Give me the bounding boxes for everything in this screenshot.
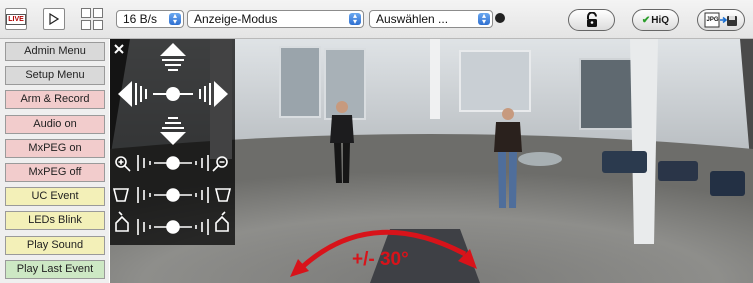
hiq-label: HiQ	[651, 14, 670, 26]
sidebar-button-admin-menu[interactable]: Admin Menu	[5, 42, 105, 61]
sidebar-button-mxpeg-on[interactable]: MxPEG on	[5, 138, 105, 158]
frame-rate-select[interactable]: 16 B/s ▴ ▾	[116, 10, 184, 28]
display-mode-value: Anzeige-Modus	[194, 12, 278, 26]
zoom-out-icon	[212, 156, 228, 172]
toolbar: LIVE 16 B/s ▴ ▾ Anzeige-Modus ▴ ▾ Auswähle…	[0, 0, 753, 39]
grid-icon[interactable]	[81, 8, 103, 30]
zoom-control[interactable]	[115, 155, 228, 172]
live-button[interactable]: LIVE	[5, 8, 27, 30]
rotation-caption: +/- 30°	[352, 249, 409, 270]
sidebar-button-uc-event[interactable]: UC Event	[5, 187, 105, 207]
ptz-control-panel	[110, 39, 235, 245]
sidebar-button-mxpeg-off[interactable]: MxPEG off	[5, 163, 105, 182]
hiq-button[interactable]: ✔ HiQ	[632, 9, 679, 31]
frame-rate-value: 16 B/s	[123, 12, 158, 26]
close-icon[interactable]	[114, 44, 124, 54]
live-icon: LIVE	[6, 13, 26, 25]
select-value: Auswählen ...	[376, 12, 449, 26]
play-icon	[49, 13, 59, 25]
rotate-right-icon	[215, 211, 229, 232]
camera-icon: JPG	[704, 12, 737, 28]
sidebar-button-arm-record[interactable]: Arm & Record	[5, 90, 105, 110]
lock-button[interactable]	[568, 9, 615, 31]
select-arrow-icon: ▴ ▾	[478, 12, 490, 26]
display-mode-select[interactable]: Anzeige-Modus ▴ ▾	[187, 10, 364, 28]
sidebar-button-setup-menu[interactable]: Setup Menu	[5, 66, 105, 86]
lock-icon	[586, 12, 597, 27]
select-dropdown[interactable]: Auswählen ... ▴ ▾	[369, 10, 493, 28]
jpg-label: JPG	[707, 17, 719, 23]
sidebar-button-audio-on[interactable]: Audio on	[5, 114, 105, 134]
focus-near-icon	[112, 188, 130, 202]
rotate-left-icon	[115, 211, 129, 232]
check-icon: ✔	[641, 14, 651, 26]
focus-control[interactable]	[112, 187, 232, 203]
action-sidebar: Admin Menu Setup Menu Arm & Record Audio on…	[0, 39, 109, 283]
sidebar-button-play-sound[interactable]: Play Sound	[5, 235, 105, 255]
select-arrow-icon: ▴ ▾	[349, 12, 361, 26]
rotate-control[interactable]	[115, 211, 229, 235]
status-dot-icon	[495, 13, 505, 23]
snapshot-button[interactable]: JPG	[697, 9, 745, 31]
focus-far-icon	[214, 188, 232, 202]
pan-tilt-control[interactable]	[118, 43, 228, 145]
play-button[interactable]	[43, 8, 65, 30]
zoom-in-icon	[115, 156, 131, 172]
select-arrow-icon: ▴ ▾	[169, 12, 181, 26]
sidebar-button-leds-blink[interactable]: LEDs Blink	[5, 211, 105, 231]
sidebar-button-play-last-event[interactable]: Play Last Event	[5, 259, 105, 279]
